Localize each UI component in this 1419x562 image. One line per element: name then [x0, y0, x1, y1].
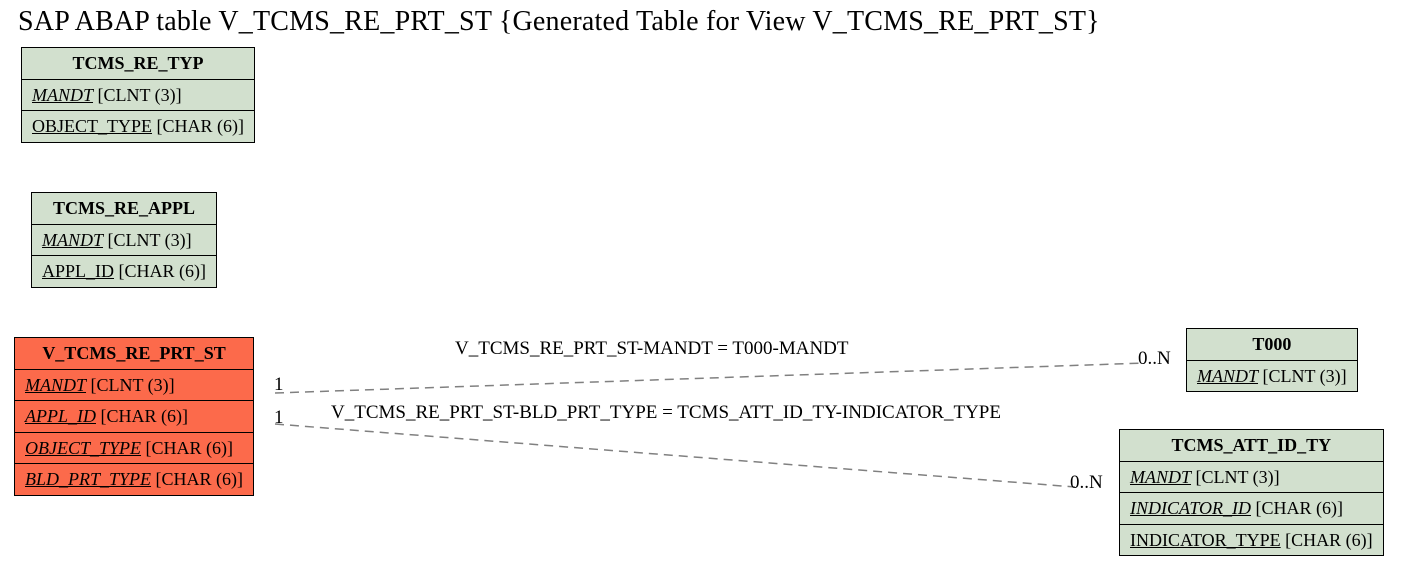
entity-tcms-re-appl: TCMS_RE_APPL MANDT [CLNT (3)] APPL_ID [C… [31, 192, 217, 288]
entity-field: MANDT [CLNT (3)] [1120, 461, 1384, 493]
entity-field: MANDT [CLNT (3)] [32, 224, 217, 256]
entity-v-tcms-re-prt-st: V_TCMS_RE_PRT_ST MANDT [CLNT (3)] APPL_I… [14, 337, 254, 496]
entity-field: APPL_ID [CHAR (6)] [32, 256, 217, 288]
entity-field: MANDT [CLNT (3)] [1187, 360, 1358, 392]
entity-header: V_TCMS_RE_PRT_ST [15, 338, 254, 370]
entity-field: OBJECT_TYPE [CHAR (6)] [15, 432, 254, 464]
cardinality-label: 0..N [1070, 472, 1103, 494]
entity-field: INDICATOR_TYPE [CHAR (6)] [1120, 524, 1384, 556]
entity-field: MANDT [CLNT (3)] [15, 369, 254, 401]
page-title: SAP ABAP table V_TCMS_RE_PRT_ST {Generat… [18, 6, 1100, 38]
connector-line [275, 363, 1145, 393]
entity-header: TCMS_RE_TYP [22, 48, 255, 80]
entity-field: MANDT [CLNT (3)] [22, 79, 255, 111]
entity-header: TCMS_RE_APPL [32, 193, 217, 225]
cardinality-label: 0..N [1138, 348, 1171, 370]
cardinality-label: 1 [274, 407, 284, 429]
entity-field: BLD_PRT_TYPE [CHAR (6)] [15, 464, 254, 496]
entity-field: INDICATOR_ID [CHAR (6)] [1120, 493, 1384, 525]
cardinality-label: 1 [274, 374, 284, 396]
relationship-label: V_TCMS_RE_PRT_ST-MANDT = T000-MANDT [455, 338, 849, 360]
entity-tcms-re-typ: TCMS_RE_TYP MANDT [CLNT (3)] OBJECT_TYPE… [21, 47, 255, 143]
connector-line [275, 424, 1075, 487]
entity-field: OBJECT_TYPE [CHAR (6)] [22, 111, 255, 143]
entity-header: T000 [1187, 329, 1358, 361]
entity-tcms-att-id-ty: TCMS_ATT_ID_TY MANDT [CLNT (3)] INDICATO… [1119, 429, 1384, 556]
entity-header: TCMS_ATT_ID_TY [1120, 430, 1384, 462]
entity-field: APPL_ID [CHAR (6)] [15, 401, 254, 433]
relationship-label: V_TCMS_RE_PRT_ST-BLD_PRT_TYPE = TCMS_ATT… [331, 402, 1001, 424]
entity-t000: T000 MANDT [CLNT (3)] [1186, 328, 1358, 392]
